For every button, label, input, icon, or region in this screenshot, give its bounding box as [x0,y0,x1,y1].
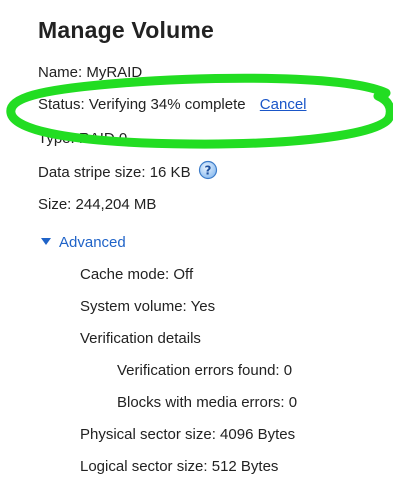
system-volume: System volume: Yes [80,298,216,315]
media-errors: Blocks with media errors: 0 [117,394,298,411]
volume-status-row: Status: Verifying 34% complete Cancel [38,96,307,114]
svg-text:?: ? [204,164,211,178]
page-title: Manage Volume [38,17,214,43]
help-question-icon[interactable]: ? [198,160,218,180]
cache-mode: Cache mode: Off [80,266,194,283]
logical-sector-size: Logical sector size: 512 Bytes [80,458,279,475]
volume-status: Status: Verifying 34% complete [38,96,246,113]
data-stripe-row: Data stripe size: 16 KB ? [38,160,218,183]
manage-volume-panel: Manage Volume Name: MyRAID Status: Verif… [0,0,393,498]
physical-sector-size: Physical sector size: 4096 Bytes [80,426,296,443]
volume-name: Name: MyRAID [38,64,143,81]
advanced-toggle[interactable]: Advanced [41,234,126,252]
verification-details: Verification details [80,330,201,347]
triangle-down-icon [41,237,51,245]
cancel-link[interactable]: Cancel [260,96,307,113]
data-stripe-size: Data stripe size: 16 KB [38,163,191,181]
verification-errors: Verification errors found: 0 [117,362,293,379]
advanced-label: Advanced [59,234,126,251]
volume-type: Type: RAID 0 [38,130,128,147]
volume-size: Size: 244,204 MB [38,196,157,213]
